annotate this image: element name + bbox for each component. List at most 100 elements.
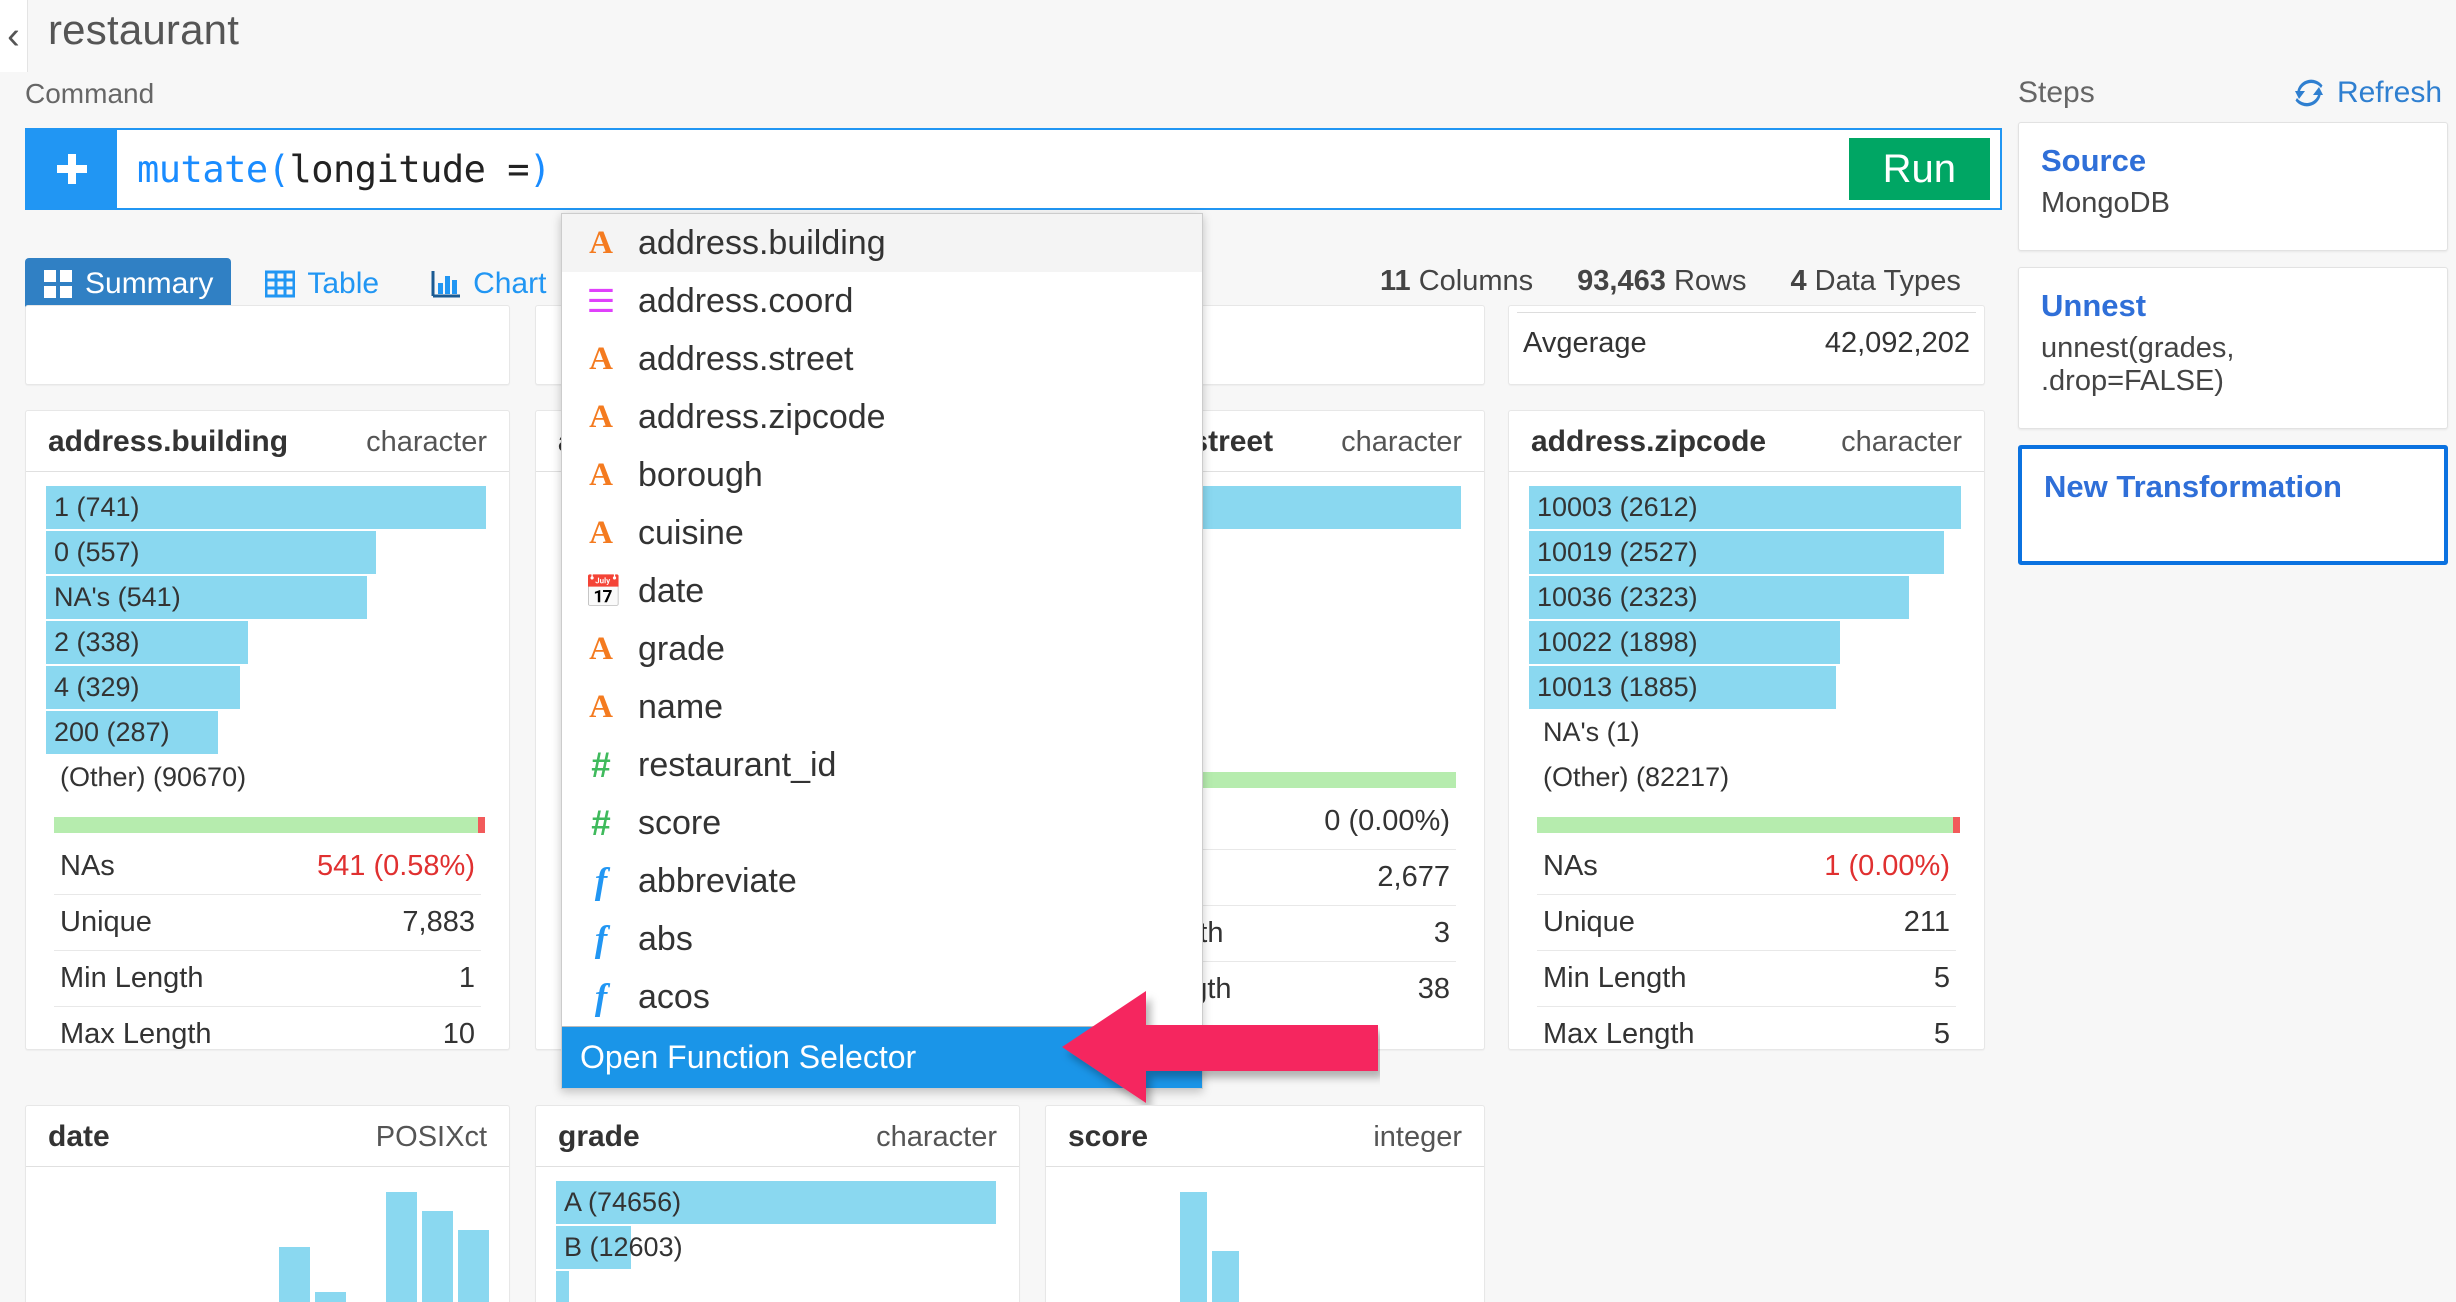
freq-row: 10013 (1885) bbox=[1529, 666, 1964, 709]
card-column-name: date bbox=[48, 1120, 110, 1153]
autocomplete-item[interactable]: Aaddress.street bbox=[562, 330, 1202, 388]
autocomplete-item[interactable]: f abs bbox=[562, 910, 1202, 968]
function-icon: f bbox=[594, 976, 608, 1018]
summary-card-partial-4: Avgerage 42,092,202 bbox=[1508, 305, 1985, 385]
histogram bbox=[26, 1167, 509, 1302]
completeness-bar bbox=[1537, 817, 1960, 833]
stat-value: 1 bbox=[458, 962, 475, 994]
stat-value: 2,677 bbox=[1377, 861, 1450, 893]
autocomplete-item-label: address.zipcode bbox=[638, 397, 886, 436]
card-body: A (74656) B (12603) bbox=[536, 1167, 1019, 1302]
card-column-type: integer bbox=[1373, 1121, 1462, 1153]
freq-row: 10003 (2612) bbox=[1529, 486, 1964, 529]
stat-value: 10 bbox=[442, 1018, 475, 1050]
open-function-selector-button[interactable]: Open Function Selector bbox=[562, 1026, 1202, 1088]
summary-card-address-zipcode[interactable]: address.zipcode character 10003 (2612) 10… bbox=[1508, 410, 1985, 1050]
plus-icon bbox=[57, 154, 87, 184]
step-card-source[interactable]: Source MongoDB bbox=[2018, 122, 2448, 251]
stat-value: 38 bbox=[1417, 973, 1450, 1005]
freq-label: 0 (557) bbox=[54, 537, 140, 567]
histogram-bar bbox=[314, 1291, 346, 1302]
autocomplete-item[interactable]: 📅 date bbox=[562, 562, 1202, 620]
stat-row: Min Length 1 bbox=[54, 951, 481, 1007]
freq-row: 4 (329) bbox=[46, 666, 489, 709]
tab-table-label: Table bbox=[307, 267, 380, 300]
missing-indicator bbox=[478, 817, 485, 833]
step-description: MongoDB bbox=[2041, 187, 2170, 219]
stat-row: NAs 1 (0.00%) bbox=[1537, 839, 1956, 895]
add-command-button[interactable] bbox=[27, 130, 117, 208]
autocomplete-item-label: restaurant_id bbox=[638, 745, 837, 784]
card-column-name: grade bbox=[558, 1120, 640, 1153]
summary-card-grade[interactable]: grade character A (74656) B (12603) bbox=[535, 1105, 1020, 1302]
freq-list: A (74656) B (12603) bbox=[556, 1181, 999, 1302]
autocomplete-item-label: cuisine bbox=[638, 513, 744, 552]
stat-label: Max Length bbox=[1543, 1018, 1695, 1050]
autocomplete-item-label: address.coord bbox=[638, 281, 854, 320]
step-card-new-transformation[interactable]: New Transformation bbox=[2018, 445, 2448, 565]
partial-stat-label: Avgerage bbox=[1523, 327, 1647, 359]
card-header: address.building character bbox=[26, 411, 509, 472]
freq-row: B (12603) bbox=[556, 1226, 999, 1269]
freq-label: 10013 (1885) bbox=[1537, 672, 1698, 702]
histogram bbox=[1046, 1167, 1484, 1302]
autocomplete-item[interactable]: ☰ address.coord bbox=[562, 272, 1202, 330]
stat-value: 3 bbox=[1433, 917, 1450, 949]
run-button[interactable]: Run bbox=[1848, 138, 1990, 200]
autocomplete-item-label: abs bbox=[638, 919, 693, 958]
step-name: New Transformation bbox=[2044, 469, 2342, 504]
autocomplete-item-label: borough bbox=[638, 455, 763, 494]
autocomplete-item[interactable]: Aname bbox=[562, 678, 1202, 736]
step-card-unnest[interactable]: Unnest unnest(grades, .drop=FALSE) bbox=[2018, 267, 2448, 429]
autocomplete-item[interactable]: Aaddress.building bbox=[562, 214, 1202, 272]
freq-label: 2 (338) bbox=[54, 627, 140, 657]
autocomplete-item[interactable]: # score bbox=[562, 794, 1202, 852]
freq-label: 10019 (2527) bbox=[1537, 537, 1698, 567]
card-body: 1 (741) 0 (557) NA's (541) 2 (338) 4 (329) 20… bbox=[26, 472, 509, 1062]
stats-list: NAs 1 (0.00%) Unique 211 Min Length 5 Max Leng… bbox=[1537, 839, 1956, 1062]
autocomplete-item[interactable]: f abbreviate bbox=[562, 852, 1202, 910]
autocomplete-item-label: score bbox=[638, 803, 722, 842]
freq-list: 1 (741) 0 (557) NA's (541) 2 (338) 4 (329) 20… bbox=[46, 486, 489, 799]
freq-label: 200 (287) bbox=[54, 717, 170, 747]
refresh-icon bbox=[2294, 79, 2323, 107]
refresh-button[interactable]: Refresh bbox=[2293, 76, 2442, 110]
stat-label: Unique bbox=[1543, 906, 1635, 938]
stat-label: NAs bbox=[60, 850, 115, 882]
function-icon: f bbox=[594, 860, 608, 902]
freq-row: 10019 (2527) bbox=[1529, 531, 1964, 574]
steps-header: Steps Refresh bbox=[2010, 60, 2456, 122]
tab-summary-label: Summary bbox=[85, 267, 214, 300]
stat-row: Unique 7,883 bbox=[54, 895, 481, 951]
steps-title: Steps bbox=[2018, 76, 2095, 109]
histogram-bar bbox=[458, 1229, 489, 1302]
stats-list: NAs 541 (0.58%) Unique 7,883 Min Length 1 Max … bbox=[54, 839, 481, 1062]
histogram-bar bbox=[278, 1246, 310, 1302]
autocomplete-item[interactable]: f acos bbox=[562, 968, 1202, 1026]
table-icon bbox=[265, 269, 296, 299]
summary-card-partial-1 bbox=[25, 305, 510, 385]
list-type-icon: ☰ bbox=[586, 282, 616, 319]
freq-label: B (12603) bbox=[564, 1232, 683, 1262]
meta-columns: 11 Columns bbox=[1380, 265, 1534, 297]
stat-label: Unique bbox=[60, 906, 152, 938]
completeness-bar bbox=[54, 817, 485, 833]
autocomplete-item[interactable]: Acuisine bbox=[562, 504, 1202, 562]
meta-data-types: 4 Data Types bbox=[1790, 265, 1961, 297]
command-input[interactable]: mutate(longitude = ) bbox=[117, 130, 1849, 208]
histogram-bar bbox=[422, 1210, 454, 1302]
autocomplete-item[interactable]: # restaurant_id bbox=[562, 736, 1202, 794]
card-header: score integer bbox=[1046, 1106, 1484, 1167]
autocomplete-item-label: address.street bbox=[638, 339, 854, 378]
summary-card-date[interactable]: date POSIXct bbox=[25, 1105, 510, 1302]
back-chevron-icon[interactable]: ‹ bbox=[0, 0, 28, 72]
autocomplete-item[interactable]: Agrade bbox=[562, 620, 1202, 678]
summary-card-score[interactable]: score integer bbox=[1045, 1105, 1485, 1302]
partial-stat-value: 42,092,202 bbox=[1824, 327, 1970, 359]
autocomplete-item[interactable]: Aborough bbox=[562, 446, 1202, 504]
function-icon: f bbox=[594, 918, 608, 960]
autocomplete-item[interactable]: Aaddress.zipcode bbox=[562, 388, 1202, 446]
character-type-icon: A bbox=[589, 456, 613, 493]
histogram-bar bbox=[1180, 1192, 1208, 1302]
summary-card-address-building[interactable]: address.building character 1 (741) 0 (557… bbox=[25, 410, 510, 1050]
